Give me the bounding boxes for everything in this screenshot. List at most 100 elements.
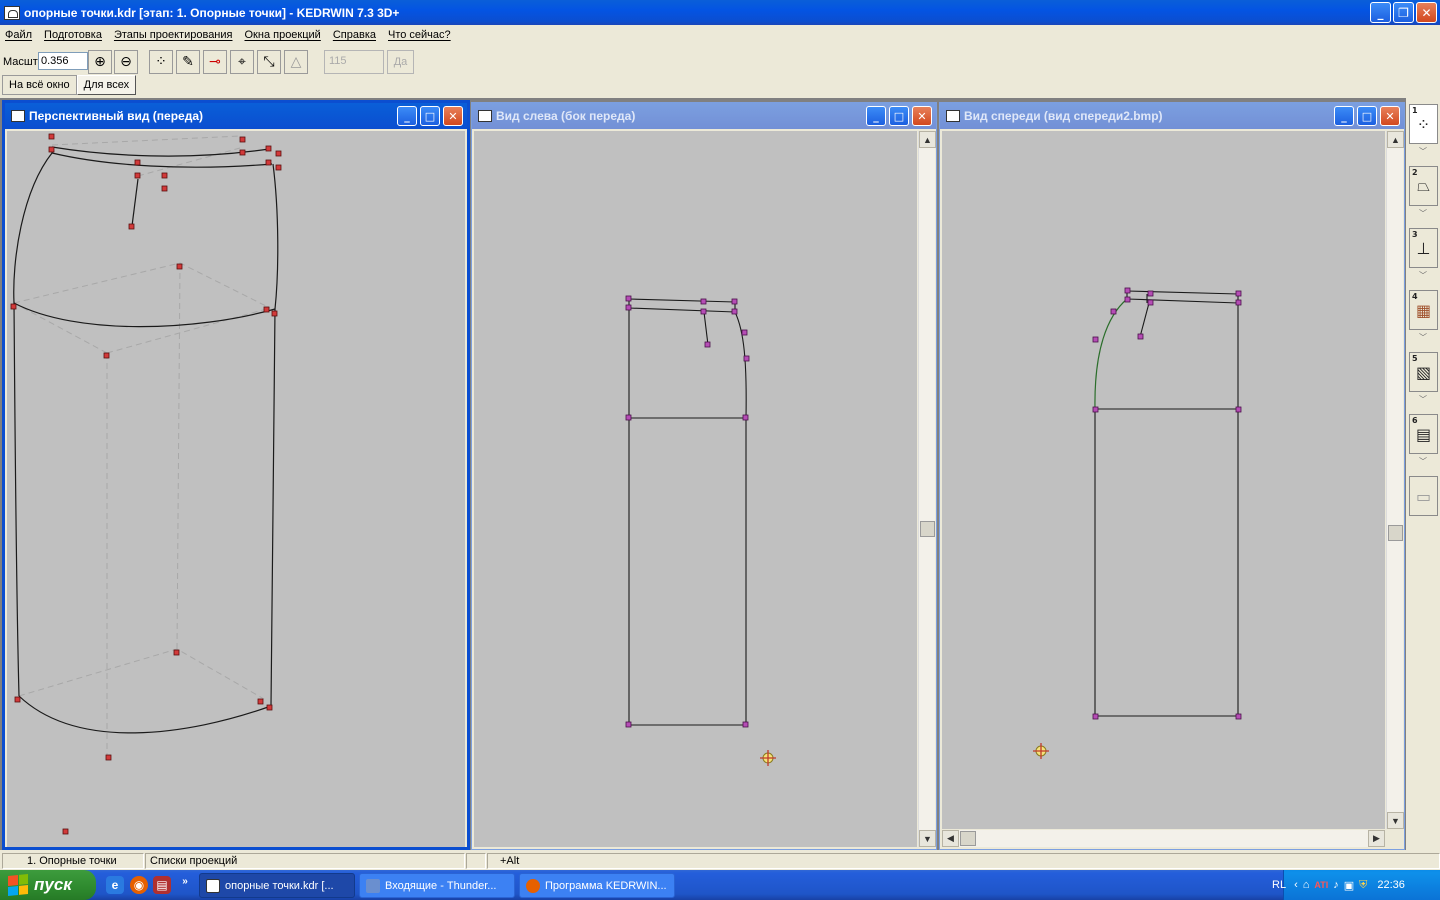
scale-input[interactable]: [38, 52, 88, 70]
confirm-button[interactable]: Да: [387, 50, 414, 74]
scroll-thumb[interactable]: [920, 521, 935, 537]
origin-marker-icon: [760, 750, 776, 766]
status-projection-lists: Списки проекций: [145, 853, 465, 869]
minimize-button[interactable]: _: [1334, 106, 1354, 126]
task-firefox-kedrwin[interactable]: Программа KEDRWIN...: [519, 873, 675, 898]
triangle-tool-button[interactable]: △: [284, 50, 308, 74]
maximize-button[interactable]: □: [420, 106, 440, 126]
stage-5-hatch-button[interactable]: 5 ▧: [1409, 352, 1438, 392]
zoom-out-button[interactable]: ⊖: [114, 50, 138, 74]
security-shield-icon[interactable]: ⛨: [1359, 879, 1367, 892]
layout-stage-icon: ▤: [1415, 424, 1432, 444]
close-button[interactable]: ✕: [1380, 106, 1400, 126]
app-icon[interactable]: [4, 5, 20, 20]
perspective-canvas[interactable]: [7, 131, 465, 847]
scroll-up-arrow[interactable]: ▲: [919, 131, 936, 148]
stage-3-measure-button[interactable]: 3 ⊥: [1409, 228, 1438, 268]
minimize-button[interactable]: _: [397, 106, 417, 126]
perspective-drawing[interactable]: [7, 131, 465, 847]
line-point-tool-button[interactable]: ⊸: [203, 50, 227, 74]
stage-separator: ﹀: [1419, 147, 1427, 156]
start-button[interactable]: пуск: [0, 870, 96, 900]
task-label: Программа KEDRWIN...: [545, 879, 667, 892]
cross-point-tool-button[interactable]: ⌖: [230, 50, 254, 74]
perspective-window-title[interactable]: Перспективный вид (переда) _ □ ✕: [5, 103, 467, 129]
status-stage: 1. Опорные точки: [2, 853, 144, 869]
app-title: опорные точки.kdr [этап: 1. Опорные точк…: [24, 5, 400, 20]
app-quicklaunch-icon[interactable]: ▤: [153, 876, 171, 894]
menu-file[interactable]: Файл: [5, 29, 32, 41]
fit-window-button[interactable]: На всё окно: [2, 75, 77, 95]
task-kedrwin-document[interactable]: опорные точки.kdr [...: [199, 873, 355, 898]
app-title-bar[interactable]: опорные точки.kdr [этап: 1. Опорные точк…: [0, 0, 1440, 25]
language-indicator[interactable]: RL: [1272, 879, 1286, 891]
restore-button[interactable]: ❐: [1393, 2, 1414, 23]
left-view-title-text: Вид слева (бок переда): [496, 109, 636, 123]
maximize-button[interactable]: □: [889, 106, 909, 126]
hatch-stage-icon: ▧: [1415, 362, 1432, 382]
menu-projection-windows[interactable]: Окна проекций: [245, 29, 321, 41]
menu-design-stages[interactable]: Этапы проектирования: [114, 29, 233, 41]
stage-1-points-button[interactable]: 1 ⁘: [1409, 104, 1438, 144]
close-button[interactable]: ✕: [443, 106, 463, 126]
left-view-drawing[interactable]: [474, 131, 917, 847]
left-view-window[interactable]: Вид слева (бок переда) _ □ ✕ ▲ ▼: [471, 102, 937, 850]
scroll-up-arrow[interactable]: ▲: [1387, 131, 1404, 148]
task-thunderbird[interactable]: Входящие - Thunder...: [359, 873, 515, 898]
front-view-window[interactable]: Вид спереди (вид спереди2.bmp) _ □ ✕ ▲ ▼…: [939, 102, 1405, 850]
segment-tool-button[interactable]: ⤡: [257, 50, 281, 74]
front-view-hscroll[interactable]: ◀ ▶: [942, 830, 1385, 847]
scroll-right-arrow[interactable]: ▶: [1368, 830, 1385, 847]
scroll-thumb[interactable]: [1388, 525, 1403, 541]
menu-help[interactable]: Справка: [333, 29, 376, 41]
cross-point-icon: ⌖: [238, 54, 246, 70]
front-view-vscroll[interactable]: ▲ ▼: [1386, 131, 1404, 829]
front-view-window-title[interactable]: Вид спереди (вид спереди2.bmp) _ □ ✕: [940, 103, 1404, 129]
menu-whats-now[interactable]: Что сейчас?: [388, 29, 451, 41]
front-view-canvas[interactable]: [942, 131, 1385, 829]
triangle-icon: △: [290, 54, 302, 70]
tray-expand-icon[interactable]: ‹: [1294, 879, 1298, 891]
system-tray: RL ‹ ⌂ ATI ♪ ▣ ⛨ 22:36: [1272, 870, 1440, 900]
stage-6-layout-button[interactable]: 6 ▤: [1409, 414, 1438, 454]
close-button[interactable]: ✕: [912, 106, 932, 126]
mode-bar: На всё окно Для всех: [2, 75, 137, 95]
network-icon[interactable]: ⌂: [1303, 879, 1310, 891]
window-icon: [946, 110, 960, 122]
toolbar: Масшт ⊕ ⊖ ⁘ ✎ ⊸ ⌖ ⤡ △ 115 Да: [0, 48, 1440, 76]
zoom-in-button[interactable]: ⊕: [88, 50, 112, 74]
scroll-thumb[interactable]: [960, 831, 976, 846]
menu-preparation[interactable]: Подготовка: [44, 29, 102, 41]
perspective-window[interactable]: Перспективный вид (переда) _ □ ✕: [2, 100, 470, 850]
clock[interactable]: 22:36: [1377, 879, 1405, 891]
status-bar: 1. Опорные точки Списки проекций +Alt: [0, 852, 1440, 870]
display-icon[interactable]: ▣: [1344, 879, 1354, 892]
left-view-canvas[interactable]: [474, 131, 917, 847]
ati-icon[interactable]: ATI: [1314, 880, 1328, 890]
stage-4-texture-button[interactable]: 4 ▦: [1409, 290, 1438, 330]
scroll-left-arrow[interactable]: ◀: [942, 830, 959, 847]
firefox-icon[interactable]: ◉: [130, 876, 148, 894]
measure-stage-icon: ⊥: [1416, 238, 1431, 258]
move-point-tool-button[interactable]: ✎: [176, 50, 200, 74]
minimize-button[interactable]: _: [866, 106, 886, 126]
close-button[interactable]: ✕: [1416, 2, 1437, 23]
stage-2-outline-button[interactable]: 2 ⏢: [1409, 166, 1438, 206]
scroll-down-arrow[interactable]: ▼: [1387, 812, 1404, 829]
front-view-drawing[interactable]: [942, 131, 1385, 829]
left-view-vscroll[interactable]: ▲ ▼: [918, 131, 936, 847]
print-stage-icon: ▭: [1415, 486, 1432, 506]
volume-icon[interactable]: ♪: [1333, 879, 1339, 891]
for-all-button[interactable]: Для всех: [76, 75, 137, 95]
quicklaunch-more-icon[interactable]: »: [176, 872, 194, 890]
value-field[interactable]: 115: [324, 50, 384, 74]
task-label: опорные точки.kdr [...: [225, 879, 334, 892]
minimize-button[interactable]: _: [1370, 2, 1391, 23]
maximize-button[interactable]: □: [1357, 106, 1377, 126]
ie-icon[interactable]: e: [106, 876, 124, 894]
left-view-window-title[interactable]: Вид слева (бок переда) _ □ ✕: [472, 103, 936, 129]
points-tool-button[interactable]: ⁘: [149, 50, 173, 74]
line-point-icon: ⊸: [209, 54, 221, 70]
stage-7-print-button[interactable]: ▭: [1409, 476, 1438, 516]
scroll-down-arrow[interactable]: ▼: [919, 830, 936, 847]
